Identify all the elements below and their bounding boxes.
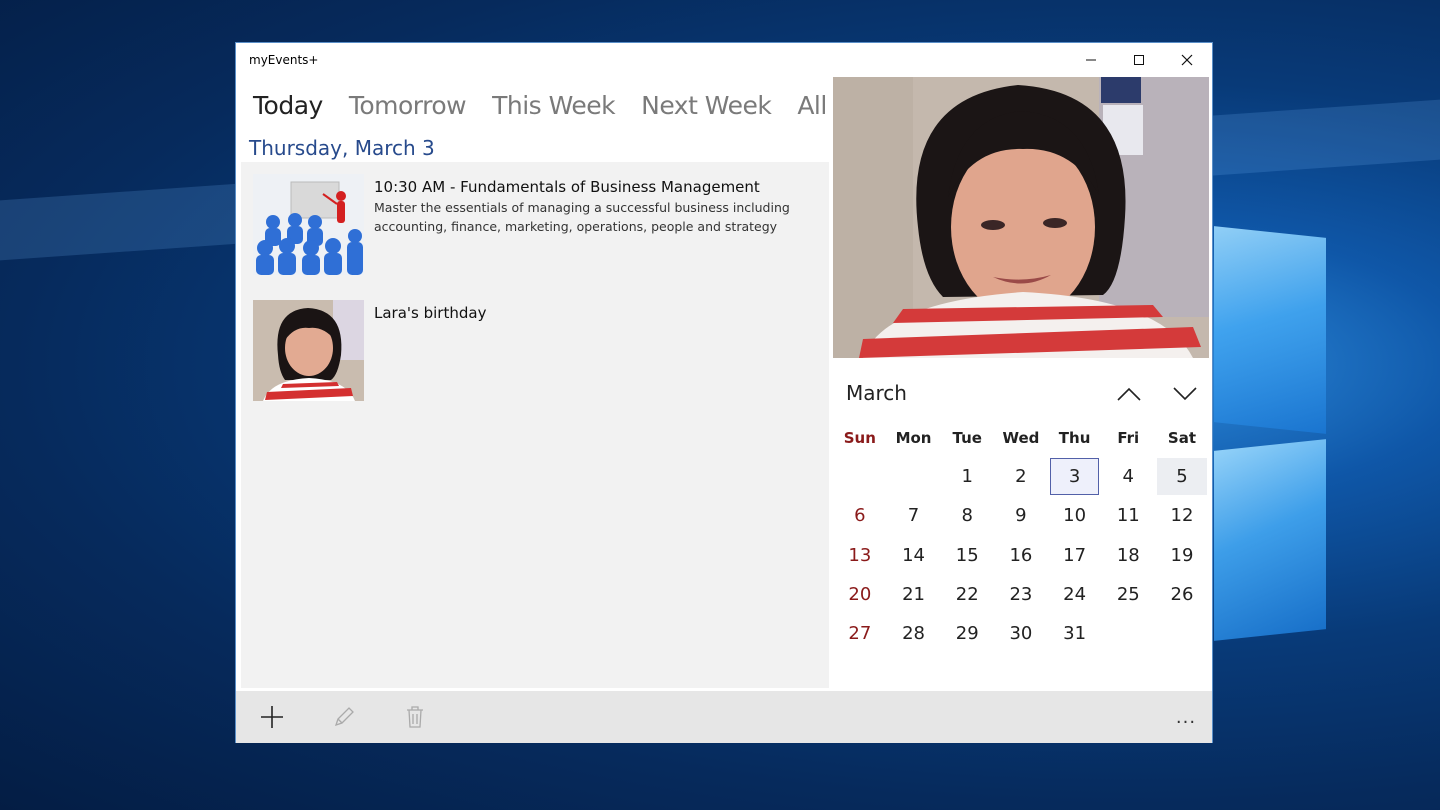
calendar-day-29[interactable]: 29 xyxy=(940,614,994,653)
calendar-day-12[interactable]: 12 xyxy=(1155,496,1209,535)
calendar-day-28[interactable]: 28 xyxy=(887,614,941,653)
calendar-day-3[interactable]: 3 xyxy=(1049,458,1100,496)
calendar-empty-cell xyxy=(833,457,887,496)
calendar-day-1[interactable]: 1 xyxy=(940,457,994,496)
weekday-header: Sun Mon Tue Wed Thu Fri Sat xyxy=(833,429,1209,447)
event-item[interactable]: Lara's birthday xyxy=(253,300,486,401)
weekday-wed: Wed xyxy=(1002,429,1040,447)
chevron-up-icon xyxy=(1117,387,1141,401)
add-button[interactable] xyxy=(246,701,298,733)
app-window: myEvents+ Today Tomorrow This Week Next … xyxy=(235,42,1213,743)
calendar-empty-cell xyxy=(1155,614,1209,653)
event-description: Master the essentials of managing a succ… xyxy=(374,200,790,234)
more-button[interactable]: ... xyxy=(1166,703,1206,731)
calendar-day-14[interactable]: 14 xyxy=(887,536,941,575)
command-bar: ... xyxy=(236,691,1212,743)
filter-tabs: Today Tomorrow This Week Next Week All xyxy=(253,91,827,125)
next-month-button[interactable] xyxy=(1165,377,1205,411)
calendar-day-25[interactable]: 25 xyxy=(1101,575,1155,614)
event-list: 10:30 AM - Fundamentals of Business Mana… xyxy=(241,162,829,688)
calendar-day-11[interactable]: 11 xyxy=(1101,496,1155,535)
prev-month-button[interactable] xyxy=(1109,377,1149,411)
calendar-day-17[interactable]: 17 xyxy=(1048,536,1102,575)
weekday-mon: Mon xyxy=(895,429,932,447)
calendar-empty-cell xyxy=(887,457,941,496)
app-title: myEvents+ xyxy=(249,53,319,67)
calendar-day-24[interactable]: 24 xyxy=(1048,575,1102,614)
add-icon xyxy=(261,706,283,728)
tab-next-week[interactable]: Next Week xyxy=(641,91,772,125)
calendar-month: March xyxy=(846,381,907,405)
edit-button[interactable] xyxy=(318,701,370,733)
calendar-day-21[interactable]: 21 xyxy=(887,575,941,614)
maximize-icon xyxy=(1134,55,1144,65)
presentation-thumbnail xyxy=(253,174,364,275)
minimize-icon xyxy=(1086,59,1096,61)
weekday-tue: Tue xyxy=(952,429,982,447)
event-photo xyxy=(833,77,1209,358)
maximize-button[interactable] xyxy=(1115,43,1163,77)
calendar-day-2[interactable]: 2 xyxy=(994,457,1048,496)
edit-icon xyxy=(334,707,354,727)
calendar-day-23[interactable]: 23 xyxy=(994,575,1048,614)
tab-all[interactable]: All xyxy=(797,91,827,125)
calendar-day-31[interactable]: 31 xyxy=(1048,614,1102,653)
delete-button[interactable] xyxy=(389,701,441,733)
calendar-day-4[interactable]: 4 xyxy=(1101,457,1155,496)
date-heading: Thursday, March 3 xyxy=(249,136,435,160)
windows-logo-pane xyxy=(1214,439,1326,641)
calendar-day-13[interactable]: 13 xyxy=(833,536,887,575)
calendar-day-16[interactable]: 16 xyxy=(994,536,1048,575)
calendar-day-30[interactable]: 30 xyxy=(994,614,1048,653)
weekday-sun: Sun xyxy=(843,429,876,447)
minimize-button[interactable] xyxy=(1067,43,1115,77)
calendar-day-9[interactable]: 9 xyxy=(994,496,1048,535)
event-title: 10:30 AM - Fundamentals of Business Mana… xyxy=(374,178,760,196)
calendar-day-20[interactable]: 20 xyxy=(833,575,887,614)
close-button[interactable] xyxy=(1163,43,1211,77)
event-item[interactable]: 10:30 AM - Fundamentals of Business Mana… xyxy=(253,174,794,275)
calendar-day-27[interactable]: 27 xyxy=(833,614,887,653)
calendar-day-6[interactable]: 6 xyxy=(833,496,887,535)
tab-this-week[interactable]: This Week xyxy=(492,91,616,125)
tab-today[interactable]: Today xyxy=(253,91,323,125)
calendar-day-19[interactable]: 19 xyxy=(1155,536,1209,575)
calendar-day-10[interactable]: 10 xyxy=(1048,496,1102,535)
windows-logo-pane xyxy=(1214,226,1326,434)
portrait-thumbnail xyxy=(253,300,364,401)
tab-tomorrow[interactable]: Tomorrow xyxy=(349,91,467,125)
weekday-sat: Sat xyxy=(1167,429,1197,447)
title-bar: myEvents+ xyxy=(236,43,1212,77)
calendar-day-5[interactable]: 5 xyxy=(1157,458,1207,496)
calendar-empty-cell xyxy=(1101,614,1155,653)
weekday-thu: Thu xyxy=(1058,429,1091,447)
delete-icon xyxy=(407,706,423,728)
calendar-day-8[interactable]: 8 xyxy=(940,496,994,535)
calendar-day-7[interactable]: 7 xyxy=(887,496,941,535)
calendar-day-15[interactable]: 15 xyxy=(940,536,994,575)
calendar-day-26[interactable]: 26 xyxy=(1155,575,1209,614)
weekday-fri: Fri xyxy=(1117,429,1140,447)
event-title: Lara's birthday xyxy=(374,304,487,322)
chevron-down-icon xyxy=(1173,387,1197,401)
calendar-day-18[interactable]: 18 xyxy=(1101,536,1155,575)
close-icon xyxy=(1181,54,1193,66)
calendar-grid: 1 2 3 4 5 6 7 8 9 10 11 12 13 14 15 16 17 18 19 20 21 22 23 24 2… xyxy=(833,457,1209,653)
calendar-day-22[interactable]: 22 xyxy=(940,575,994,614)
